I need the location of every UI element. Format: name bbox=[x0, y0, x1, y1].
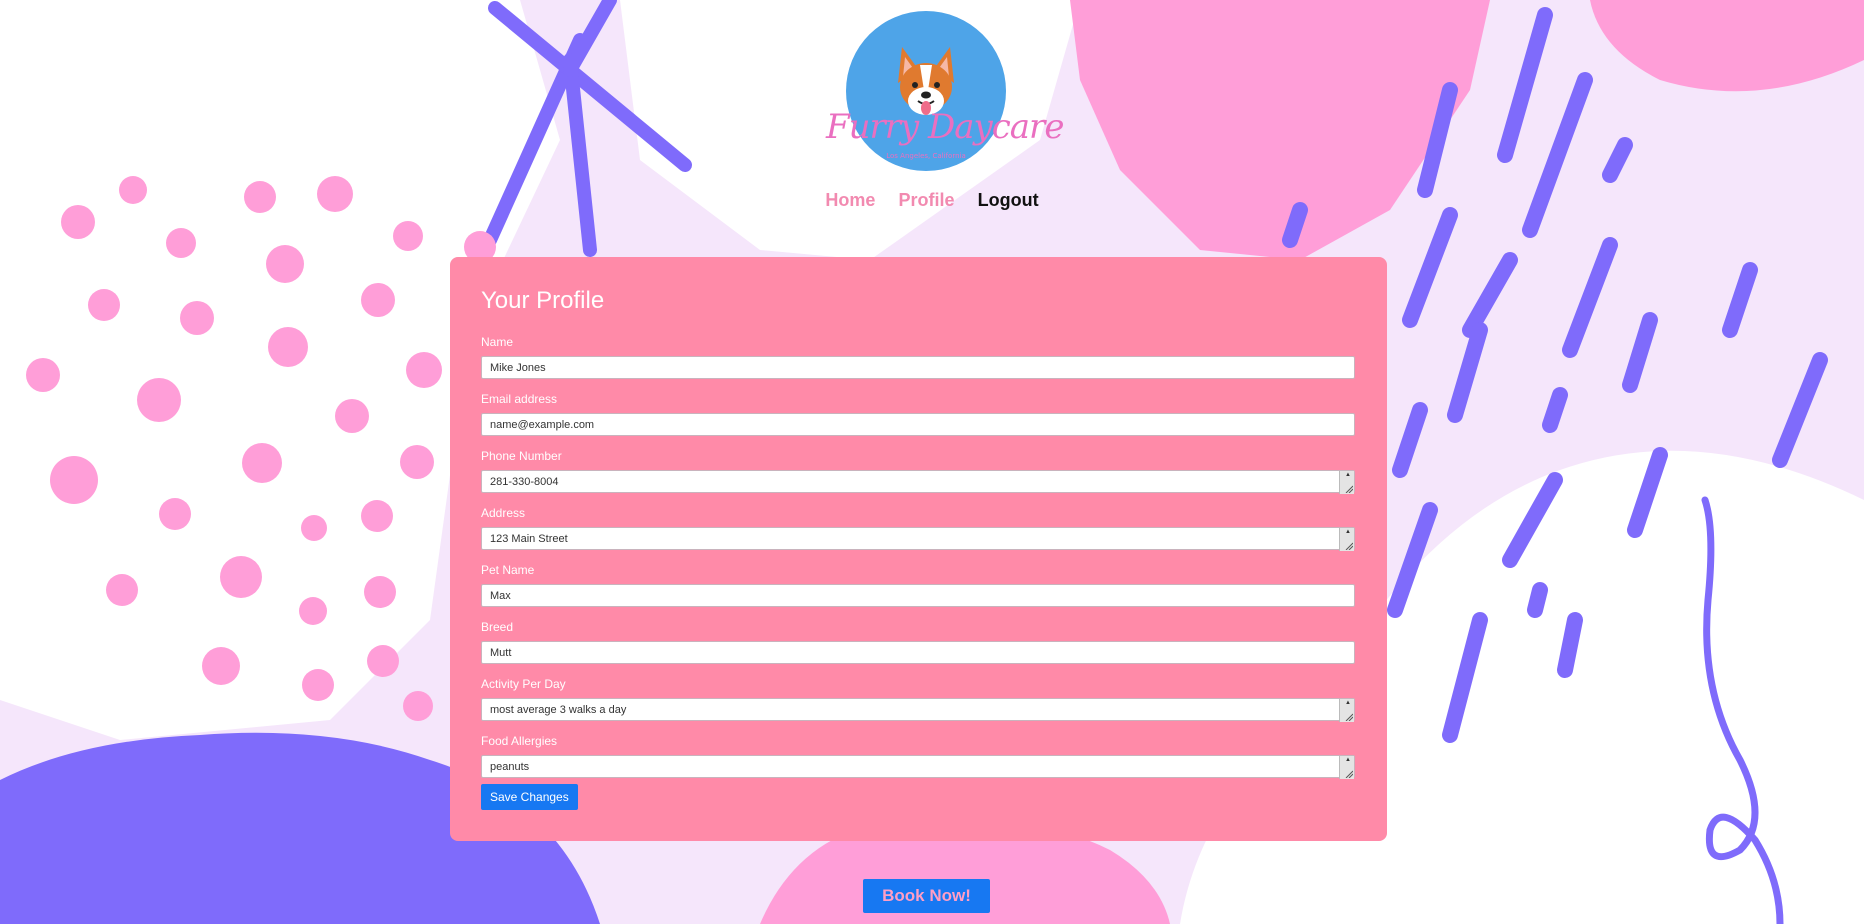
email-address-input[interactable]: name@example.com bbox=[481, 413, 1355, 436]
address-textarea[interactable]: 123 Main Street ▲ bbox=[481, 527, 1355, 551]
field-pet-name: Pet Name Max bbox=[481, 563, 1355, 607]
save-changes-button[interactable]: Save Changes bbox=[481, 784, 578, 810]
field-phone-number: Phone Number 281-330-8004 ▲ bbox=[481, 449, 1355, 494]
food-allergies-textarea[interactable]: peanuts ▲ bbox=[481, 755, 1355, 779]
field-food-allergies: Food Allergies peanuts ▲ bbox=[481, 734, 1355, 779]
main-nav: Home Profile Logout bbox=[0, 190, 1864, 211]
nav-home-link[interactable]: Home bbox=[825, 190, 875, 211]
field-label: Address bbox=[481, 506, 526, 520]
page-title: Your Profile bbox=[481, 287, 605, 314]
nav-logout-link[interactable]: Logout bbox=[978, 190, 1039, 211]
field-value: 281-330-8004 bbox=[490, 476, 559, 488]
profile-card: Your Profile Name Mike Jones Email address… bbox=[450, 257, 1387, 841]
resize-handle-icon[interactable]: ▲ bbox=[1339, 699, 1354, 722]
book-now-button[interactable]: Book Now! bbox=[863, 879, 990, 913]
field-label: Pet Name bbox=[481, 563, 535, 577]
field-label: Phone Number bbox=[481, 449, 562, 463]
resize-handle-icon[interactable]: ▲ bbox=[1339, 528, 1354, 551]
field-email-address: Email address name@example.com bbox=[481, 392, 1355, 436]
field-value: Max bbox=[490, 590, 511, 602]
nav-profile-link[interactable]: Profile bbox=[899, 190, 955, 211]
field-name: Name Mike Jones bbox=[481, 335, 1355, 379]
logo-subtitle: Los Angeles, California bbox=[886, 152, 966, 160]
breed-input[interactable]: Mutt bbox=[481, 641, 1355, 664]
field-breed: Breed Mutt bbox=[481, 620, 1355, 664]
field-value: most average 3 walks a day bbox=[490, 704, 627, 716]
logo-title: Furry Daycare bbox=[826, 107, 1064, 147]
field-label: Name bbox=[481, 335, 514, 349]
pet-name-input[interactable]: Max bbox=[481, 584, 1355, 607]
field-address: Address 123 Main Street ▲ bbox=[481, 506, 1355, 551]
name-input[interactable]: Mike Jones bbox=[481, 356, 1355, 379]
field-value: name@example.com bbox=[490, 419, 595, 431]
resize-handle-icon[interactable]: ▲ bbox=[1339, 756, 1354, 779]
field-activity-per-day: Activity Per Day most average 3 walks a d… bbox=[481, 677, 1355, 722]
field-value: Mutt bbox=[490, 647, 512, 659]
field-label: Breed bbox=[481, 620, 514, 634]
field-label: Food Allergies bbox=[481, 734, 558, 748]
field-label: Activity Per Day bbox=[481, 677, 566, 691]
activity-per-day-textarea[interactable]: most average 3 walks a day ▲ bbox=[481, 698, 1355, 722]
resize-handle-icon[interactable]: ▲ bbox=[1339, 471, 1354, 494]
field-label: Email address bbox=[481, 392, 558, 406]
field-value: Mike Jones bbox=[490, 362, 546, 374]
field-value: 123 Main Street bbox=[490, 533, 568, 545]
phone-number-textarea[interactable]: 281-330-8004 ▲ bbox=[481, 470, 1355, 494]
logo[interactable]: Furry Daycare Los Angeles, California bbox=[826, 11, 1064, 171]
field-value: peanuts bbox=[490, 761, 530, 773]
